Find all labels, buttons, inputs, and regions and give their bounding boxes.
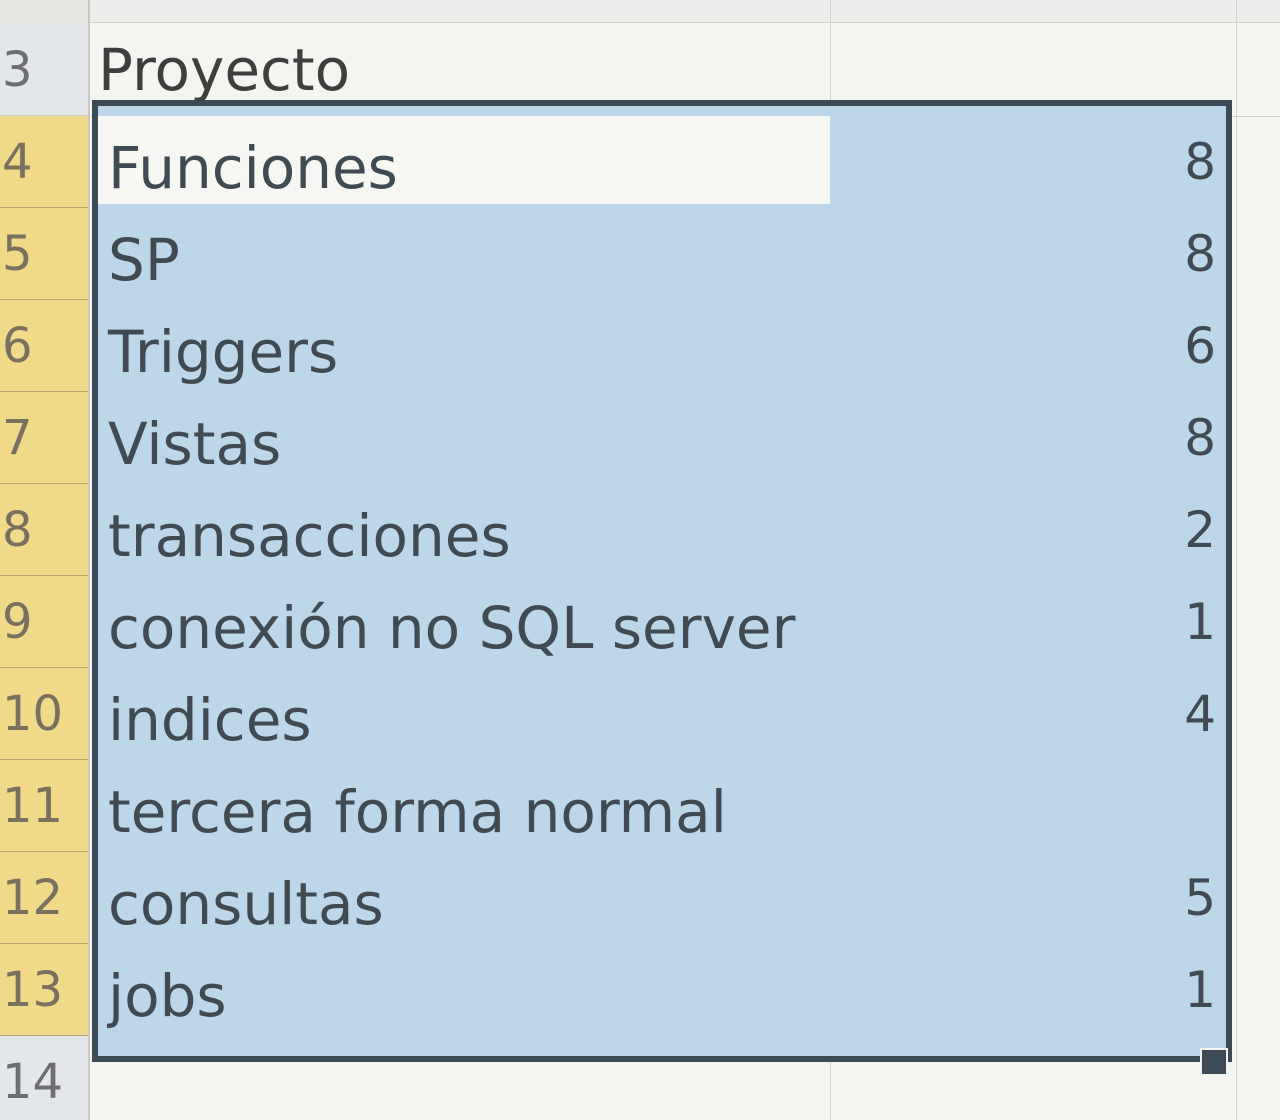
row-header-14[interactable]: 14 xyxy=(0,1036,88,1120)
cell-label[interactable]: indices xyxy=(108,674,312,766)
row-header-8[interactable]: 8 xyxy=(0,484,88,576)
spreadsheet: 3 4 5 6 7 8 9 10 11 12 13 14 Proyecto Fu… xyxy=(0,0,1280,1120)
cell-value[interactable]: 5 xyxy=(1184,852,1216,944)
row-header-10[interactable]: 10 xyxy=(0,668,88,760)
row-header-column: 3 4 5 6 7 8 9 10 11 12 13 14 xyxy=(0,0,90,1120)
row-header-4[interactable]: 4 xyxy=(0,116,88,208)
row-header-12[interactable]: 12 xyxy=(0,852,88,944)
cell-value[interactable]: 1 xyxy=(1184,944,1216,1036)
cell-value[interactable]: 6 xyxy=(1184,300,1216,392)
cell-value[interactable]: 2 xyxy=(1184,484,1216,576)
cell-label[interactable]: transacciones xyxy=(108,490,511,582)
cell-value[interactable]: 8 xyxy=(1184,116,1216,208)
cell-label[interactable]: Vistas xyxy=(108,398,281,490)
row-header-6[interactable]: 6 xyxy=(0,300,88,392)
cell-value[interactable]: 1 xyxy=(1184,576,1216,668)
cell-value[interactable]: 8 xyxy=(1184,392,1216,484)
cell-value[interactable]: 4 xyxy=(1184,668,1216,760)
gridline xyxy=(1236,0,1237,1120)
cell-label[interactable]: conexión no SQL server xyxy=(108,582,795,674)
cell-label[interactable]: consultas xyxy=(108,858,384,950)
row-header-3[interactable]: 3 xyxy=(0,24,88,116)
cell-label[interactable]: tercera forma normal xyxy=(108,766,727,858)
cell-label[interactable]: Triggers xyxy=(108,306,338,398)
cell-label[interactable]: Funciones xyxy=(108,122,398,214)
row-header-7[interactable]: 7 xyxy=(0,392,88,484)
row-header-9[interactable]: 9 xyxy=(0,576,88,668)
cell-label[interactable]: SP xyxy=(108,214,180,306)
row-header-11[interactable]: 11 xyxy=(0,760,88,852)
row-header-13[interactable]: 13 xyxy=(0,944,88,1036)
cell-label[interactable]: jobs xyxy=(108,950,227,1042)
cell-value[interactable]: 8 xyxy=(1184,208,1216,300)
previous-row-strip xyxy=(0,0,1280,23)
row-header-5[interactable]: 5 xyxy=(0,208,88,300)
fill-handle[interactable] xyxy=(1200,1048,1228,1076)
